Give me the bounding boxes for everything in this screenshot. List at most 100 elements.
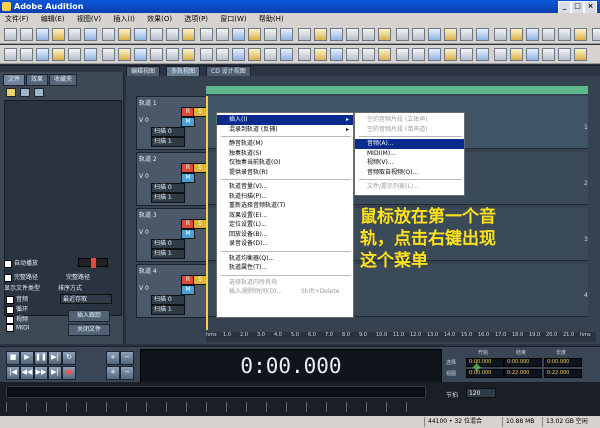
- track-pan[interactable]: 扫描 1: [151, 305, 185, 315]
- menu-item[interactable]: 效果设置(E)...: [217, 211, 353, 221]
- toolbar-button-icon[interactable]: [542, 28, 555, 41]
- mute-button[interactable]: M: [181, 117, 195, 127]
- toolbar-button-icon[interactable]: [102, 48, 115, 61]
- menu-options[interactable]: 选项(P): [179, 13, 213, 25]
- toolbar-button-icon[interactable]: [4, 48, 17, 61]
- menu-item[interactable]: MIDI(M)...: [355, 149, 464, 159]
- track-volume[interactable]: V 0: [139, 173, 149, 180]
- track-pan[interactable]: 扫描 1: [151, 249, 185, 259]
- menu-item[interactable]: 文件/提示列表(L)...: [355, 182, 464, 192]
- toolbar-button-icon[interactable]: [330, 48, 343, 61]
- toolbar-button-icon[interactable]: [542, 48, 555, 61]
- play-button[interactable]: ▶: [20, 351, 34, 365]
- toolbar-button-icon[interactable]: [298, 48, 311, 61]
- mute-button[interactable]: M: [181, 229, 195, 239]
- track-pan[interactable]: 扫描 1: [151, 193, 185, 203]
- selection-length-field[interactable]: 0:00.000: [544, 358, 582, 367]
- tab-effects[interactable]: 效果: [26, 74, 49, 86]
- toolbar-button-icon[interactable]: [84, 28, 97, 41]
- toolbar-button-icon[interactable]: [52, 28, 65, 41]
- toolbar-button-icon[interactable]: [526, 48, 539, 61]
- toolbar-button-icon[interactable]: [460, 28, 473, 41]
- open-file-icon[interactable]: [6, 88, 16, 97]
- menu-item[interactable]: 空的音频片段 (单声道): [355, 125, 464, 135]
- toolbar-button-icon[interactable]: [476, 28, 489, 41]
- menu-item[interactable]: 轨道扫描(P)...: [217, 192, 353, 202]
- menu-item[interactable]: 轨道音量(V)...: [217, 182, 353, 192]
- toolbar-button-icon[interactable]: [52, 48, 65, 61]
- pause-button[interactable]: ❚❚: [34, 351, 48, 365]
- toolbar-button-icon[interactable]: [396, 28, 409, 41]
- menu-item[interactable]: 轨道属性(T)...: [217, 263, 353, 273]
- menu-item[interactable]: 音频(A)...: [355, 139, 464, 149]
- toolbar-button-icon[interactable]: [232, 28, 245, 41]
- toolbar-button-icon[interactable]: [574, 48, 587, 61]
- toolbar-button-icon[interactable]: [378, 28, 391, 41]
- record-button[interactable]: ●: [62, 366, 76, 380]
- toolbar-button-icon[interactable]: [476, 48, 489, 61]
- rewind-start-button[interactable]: |◀: [6, 366, 20, 380]
- toolbar-button-icon[interactable]: [558, 48, 571, 61]
- toolbar-button-icon[interactable]: [510, 48, 523, 61]
- track-header-2[interactable]: 轨道 2 R S M V 0 扫描 0 扫描 1: [136, 152, 208, 206]
- zoom-out-vertical-icon[interactable]: −: [120, 366, 134, 380]
- toolbar-button-icon[interactable]: [182, 48, 195, 61]
- menu-item[interactable]: 选择轨道内所有块: [217, 278, 353, 288]
- toolbar-button-icon[interactable]: [248, 28, 261, 41]
- toolbar-button-icon[interactable]: [264, 28, 277, 41]
- toolbar-button-icon[interactable]: [494, 28, 507, 41]
- stop-button[interactable]: ■: [6, 351, 20, 365]
- menu-item[interactable]: 独奏轨道(S): [217, 149, 353, 159]
- toolbar-button-icon[interactable]: [68, 48, 81, 61]
- menu-view[interactable]: 视图(V): [72, 13, 106, 25]
- toolbar-button-icon[interactable]: [84, 48, 97, 61]
- menu-insert[interactable]: 插入(I): [108, 13, 140, 25]
- solo-button[interactable]: S: [193, 275, 207, 285]
- play-to-end-button[interactable]: ▶|: [48, 351, 62, 365]
- view-length-field[interactable]: 0:22.000: [544, 369, 582, 378]
- menu-item[interactable]: 提供录音轨(R): [217, 168, 353, 178]
- toolbar-button-icon[interactable]: [444, 48, 457, 61]
- toolbar-button-icon[interactable]: [150, 28, 163, 41]
- toolbar-button-icon[interactable]: [118, 28, 131, 41]
- toolbar-button-icon[interactable]: [510, 28, 523, 41]
- menu-item[interactable]: 录音设备(D)...: [217, 239, 353, 249]
- full-path-checkbox[interactable]: [4, 273, 12, 282]
- toolbar-button-icon[interactable]: [428, 48, 441, 61]
- zoom-in-horizontal-icon[interactable]: +: [106, 351, 120, 365]
- view-end-field[interactable]: 0:22.000: [504, 369, 542, 378]
- mute-button[interactable]: M: [181, 285, 195, 295]
- toolbar-button-icon[interactable]: [314, 28, 327, 41]
- toolbar-button-icon[interactable]: [558, 28, 571, 41]
- menu-help[interactable]: 帮助(H): [254, 13, 289, 25]
- menu-item[interactable]: 混录到轨道 (反捕) ▸: [217, 125, 353, 135]
- menu-item[interactable]: 音频取自视频(O)...: [355, 168, 464, 178]
- type-audio-checkbox[interactable]: [6, 295, 14, 304]
- toolbar-button-icon[interactable]: [280, 28, 293, 41]
- menu-item[interactable]: 静音轨道(M): [217, 139, 353, 149]
- toolbar-button-icon[interactable]: [330, 28, 343, 41]
- menu-item[interactable]: 插入(I) ▸: [217, 115, 353, 125]
- toolbar-button-icon[interactable]: [378, 48, 391, 61]
- track-volume[interactable]: V 0: [139, 229, 149, 236]
- toolbar-button-icon[interactable]: [494, 48, 507, 61]
- toolbar-button-icon[interactable]: [362, 48, 375, 61]
- track-output[interactable]: 扫描 0: [151, 127, 185, 137]
- zoom-out-horizontal-icon[interactable]: −: [120, 351, 134, 365]
- toolbar-button-icon[interactable]: [346, 28, 359, 41]
- track-volume[interactable]: V 0: [139, 285, 149, 292]
- solo-button[interactable]: S: [193, 107, 207, 117]
- menu-item[interactable]: 重新选择音频轨道(T): [217, 201, 353, 211]
- toolbar-button-icon[interactable]: [102, 28, 115, 41]
- toolbar-button-icon[interactable]: [362, 28, 375, 41]
- toolbar-button-icon[interactable]: [134, 48, 147, 61]
- toolbar-button-icon[interactable]: [216, 28, 229, 41]
- forward-end-button[interactable]: ▶|: [48, 366, 62, 380]
- toolbar-button-icon[interactable]: [264, 48, 277, 61]
- zoom-in-vertical-icon[interactable]: +: [106, 366, 120, 380]
- mute-button[interactable]: M: [181, 173, 195, 183]
- close-file-button[interactable]: 关闭文件: [68, 324, 110, 336]
- toolbar-button-icon[interactable]: [574, 28, 587, 41]
- track-pan[interactable]: 扫描 1: [151, 137, 185, 147]
- menu-effects[interactable]: 效果(O): [142, 13, 177, 25]
